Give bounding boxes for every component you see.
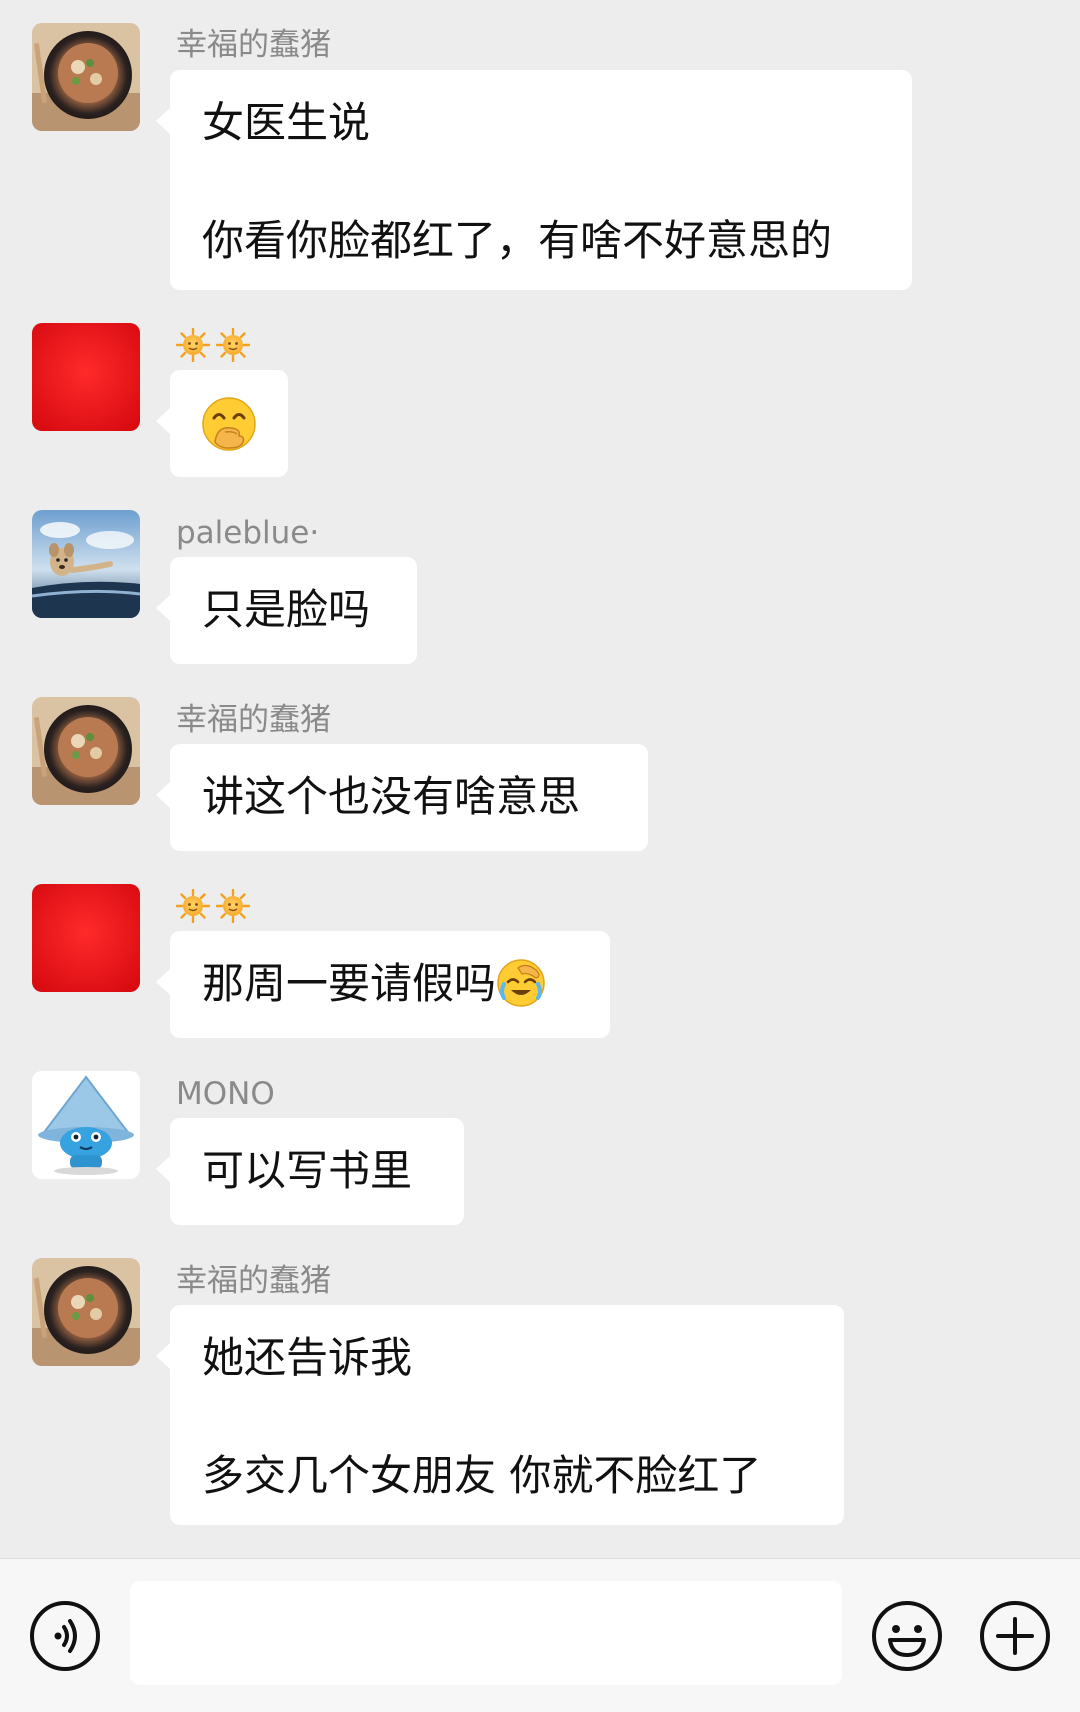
message-text: 女医生说 [202, 98, 371, 147]
more-button[interactable] [978, 1599, 1052, 1673]
dog-in-car-avatar[interactable] [32, 510, 140, 618]
voice-input-button[interactable] [28, 1599, 102, 1673]
red-square-avatar[interactable] [32, 323, 140, 431]
message-text: 可以写书里 [202, 1146, 413, 1195]
message-text: 多交几个女朋友 你就不脸红了 [202, 1451, 762, 1500]
message-bubble[interactable]: 可以写书里 [156, 1118, 464, 1225]
blue-creature-hat-avatar[interactable] [32, 1071, 140, 1179]
emoji-smile-icon [872, 1601, 942, 1671]
sender-name-emoji [176, 328, 250, 362]
face-palm-crying-icon [497, 959, 545, 1007]
message-bubble[interactable]: 女医生说 你看你脸都红了，有啥不好意思的 [156, 70, 912, 290]
food-bowl-avatar[interactable] [32, 23, 140, 131]
input-bar [0, 1558, 1080, 1712]
sun-emoji-icon [216, 889, 250, 923]
message-bubble[interactable]: 她还告诉我 多交几个女朋友 你就不脸红了 [156, 1305, 844, 1525]
message-bubble[interactable]: 只是脸吗 [156, 557, 417, 664]
message-text: 她还告诉我 [202, 1333, 413, 1382]
sender-name: 幸福的蠢猪 [176, 1263, 331, 1299]
sender-name: 幸福的蠢猪 [176, 702, 331, 738]
sun-emoji-icon [216, 328, 250, 362]
message-text: 那周一要请假吗 [202, 959, 497, 1008]
food-bowl-avatar[interactable] [32, 697, 140, 805]
message-text: 只是脸吗 [202, 585, 371, 634]
emoji-button[interactable] [870, 1599, 944, 1673]
sun-emoji-icon [176, 328, 210, 362]
face-with-hand-over-mouth-icon [202, 397, 256, 451]
sender-name: 幸福的蠢猪 [176, 27, 331, 63]
sender-name: paleblue· [176, 515, 320, 551]
chat-message-list[interactable]: 幸福的蠢猪 女医生说 你看你脸都红了，有啥不好意思的 paleblue· 只是脸… [0, 0, 1080, 1558]
message-bubble[interactable]: 讲这个也没有啥意思 [156, 744, 648, 851]
sender-name-emoji [176, 889, 250, 923]
plus-circle-icon [980, 1601, 1050, 1671]
message-text-row: 那周一要请假吗 [202, 955, 578, 1013]
sender-name: MONO [176, 1076, 275, 1112]
food-bowl-avatar[interactable] [32, 1258, 140, 1366]
voice-input-icon [30, 1601, 100, 1671]
message-text: 你看你脸都红了，有啥不好意思的 [202, 216, 833, 265]
message-bubble[interactable] [156, 370, 288, 477]
message-text: 讲这个也没有啥意思 [202, 772, 581, 821]
message-bubble[interactable]: 那周一要请假吗 [156, 931, 610, 1038]
sun-emoji-icon [176, 889, 210, 923]
message-input[interactable] [130, 1581, 842, 1685]
red-square-avatar[interactable] [32, 884, 140, 992]
